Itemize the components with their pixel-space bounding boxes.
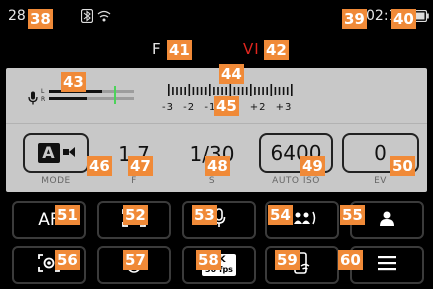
ev-minor-tick xyxy=(245,87,248,95)
ev-minor-tick xyxy=(225,87,227,95)
ev-minor-tick xyxy=(200,87,203,95)
ev-minor-tick xyxy=(217,87,219,95)
panel-divider xyxy=(6,123,427,124)
ev-minor-tick xyxy=(196,87,199,95)
marker-53: 53 xyxy=(192,205,217,225)
ev-minor-tick xyxy=(274,87,277,95)
aperture-caption: F xyxy=(131,176,137,186)
ev-minor-tick xyxy=(180,87,182,95)
marker-42: 42 xyxy=(264,40,289,60)
marker-54: 54 xyxy=(268,205,293,225)
ev-major-tick xyxy=(188,84,191,96)
marker-43: 43 xyxy=(61,72,86,92)
ev-minor-tick xyxy=(266,87,268,95)
ev-minor-tick xyxy=(262,87,264,95)
marker-40: 40 xyxy=(391,9,416,29)
marker-51: 51 xyxy=(55,205,80,225)
shots-remaining: 28 xyxy=(8,8,26,24)
ev-minor-tick xyxy=(286,87,289,95)
mode-value: A xyxy=(37,143,60,163)
ev-major-tick xyxy=(229,84,232,96)
marker-39: 39 xyxy=(342,9,367,29)
marker-58: 58 xyxy=(196,250,221,270)
marker-49: 49 xyxy=(300,156,325,176)
right-channel-label: R xyxy=(41,96,46,103)
microphone-icon xyxy=(28,90,38,109)
wifi-icon xyxy=(96,9,112,27)
menu-icon xyxy=(377,255,397,275)
ev-scale-ticks xyxy=(168,84,293,96)
audio-peak-marker xyxy=(114,86,116,104)
person-icon xyxy=(378,209,396,231)
video-camera-icon xyxy=(62,144,75,163)
ev-major-tick xyxy=(291,84,293,96)
marker-60: 60 xyxy=(338,250,363,270)
video-mode-label[interactable]: VI xyxy=(243,40,260,58)
mode-caption: MODE xyxy=(41,176,71,186)
left-channel-label: L xyxy=(41,88,45,95)
iso-caption: AUTO ISO xyxy=(272,176,320,186)
marker-46: 46 xyxy=(87,156,112,176)
shutter-caption: S xyxy=(208,176,216,186)
ev-value: 0 xyxy=(374,141,387,165)
ev-minor-tick xyxy=(254,87,256,95)
ev-minor-tick xyxy=(278,87,281,95)
photo-mode-label[interactable]: F xyxy=(152,40,162,58)
ev-minor-tick xyxy=(204,87,207,95)
marker-47: 47 xyxy=(128,156,153,176)
marker-52: 52 xyxy=(123,205,148,225)
ev-minor-tick xyxy=(237,87,240,95)
ev-major-tick xyxy=(250,84,252,96)
marker-56: 56 xyxy=(55,250,80,270)
status-bar: 28 02:1 xyxy=(0,0,433,36)
ev-minor-tick xyxy=(241,87,244,95)
ev-minor-tick xyxy=(213,87,215,95)
ev-label: -2 xyxy=(183,102,196,113)
marker-59: 59 xyxy=(275,250,300,270)
exposure-mode-button[interactable]: A xyxy=(23,133,89,173)
ev-label: -3 xyxy=(162,102,174,113)
marker-57: 57 xyxy=(123,250,148,270)
bluetooth-icon xyxy=(80,8,94,27)
ev-minor-tick xyxy=(192,87,195,95)
ev-major-tick xyxy=(209,84,211,96)
audio-level-right xyxy=(49,97,134,100)
ev-caption: EV xyxy=(374,176,387,186)
ev-minor-tick xyxy=(282,87,285,95)
marker-50: 50 xyxy=(390,156,415,176)
marker-55: 55 xyxy=(340,205,365,225)
marker-41: 41 xyxy=(167,40,192,60)
marker-48: 48 xyxy=(205,156,230,176)
ev-minor-tick xyxy=(233,87,236,95)
ev-minor-tick xyxy=(176,87,178,95)
ev-major-tick xyxy=(168,84,170,96)
ev-label: +3 xyxy=(275,102,293,113)
marker-38: 38 xyxy=(28,9,53,29)
ev-minor-tick xyxy=(258,87,260,95)
marker-44: 44 xyxy=(219,64,244,84)
ev-minor-tick xyxy=(221,87,223,95)
ev-minor-tick xyxy=(172,87,174,95)
marker-45: 45 xyxy=(214,96,239,116)
ev-label: +2 xyxy=(249,102,267,113)
ev-minor-tick xyxy=(184,87,186,95)
ev-major-tick xyxy=(270,84,273,96)
